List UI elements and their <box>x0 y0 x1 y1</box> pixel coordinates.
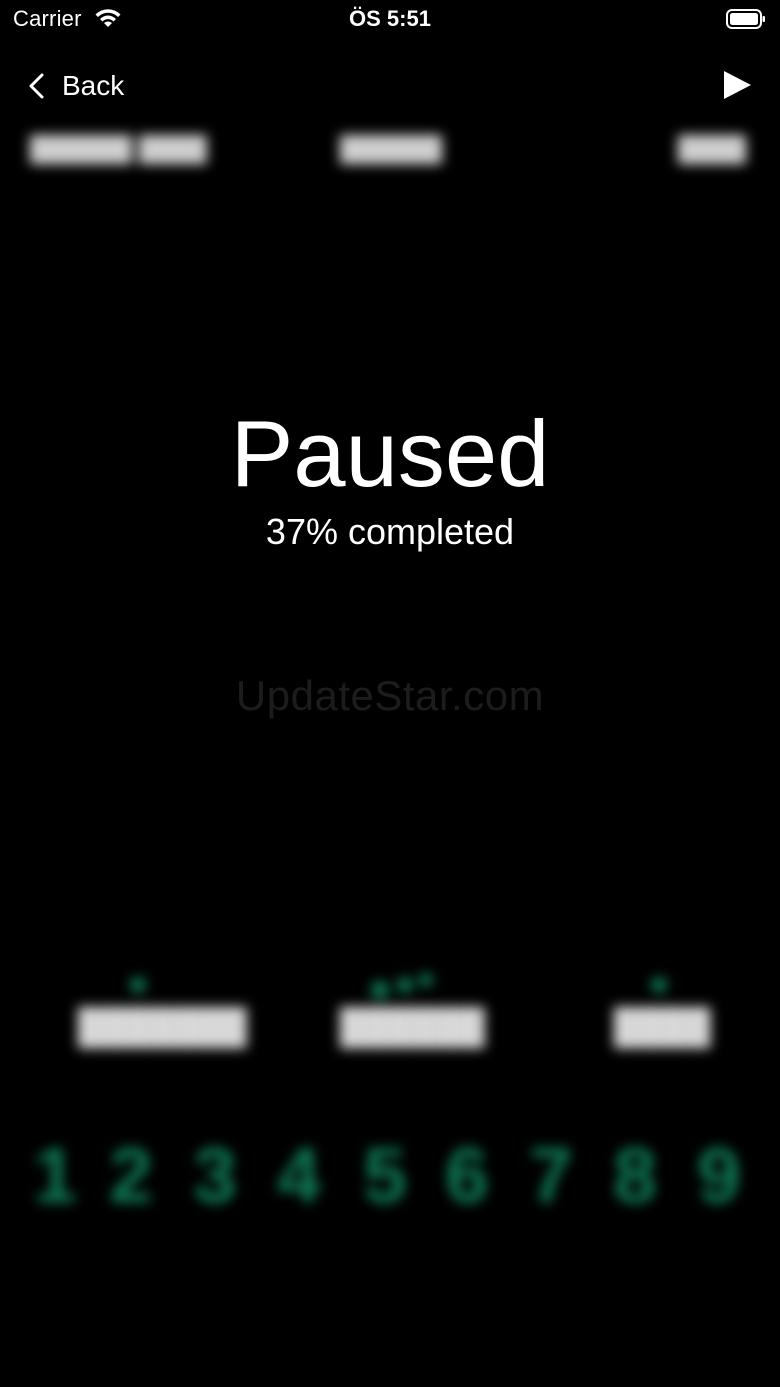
battery-full-icon <box>726 9 765 29</box>
blurred-action-label-1: ███████ <box>78 1008 247 1046</box>
chevron-left-icon <box>29 73 44 99</box>
blurred-info-bar: ██████ ████ ██████ ████ <box>0 130 780 170</box>
digit-2: 2 <box>109 1131 153 1219</box>
play-icon[interactable] <box>722 70 752 100</box>
digit-9: 9 <box>697 1131 741 1219</box>
digit-4: 4 <box>277 1131 321 1219</box>
blurred-action-3: ████ <box>614 970 710 1047</box>
blurred-number-pad: 1 2 3 4 5 6 7 8 9 <box>0 1130 780 1230</box>
paused-title: Paused <box>230 401 550 506</box>
progress-text: 37% completed <box>265 511 515 552</box>
blurred-info-right: ████ <box>677 136 746 163</box>
digit-3: 3 <box>193 1131 237 1219</box>
blurred-action-label-2: ██████ <box>340 1008 485 1046</box>
status-bar: Carrier ÖS 5:51 <box>0 0 780 40</box>
back-button[interactable]: Back <box>26 66 124 106</box>
back-label: Back <box>62 70 125 101</box>
blurred-action-label-3: ████ <box>614 1008 711 1046</box>
clock: ÖS 5:51 <box>349 6 431 31</box>
blurred-action-icon-2 <box>371 973 433 999</box>
blurred-info-left: ██████ ████ <box>30 136 207 163</box>
watermark: UpdateStar.com <box>235 672 545 719</box>
blurred-action-icon-3 <box>651 977 667 993</box>
blurred-action-2: ██████ <box>340 970 485 1047</box>
blurred-info-mid: ██████ <box>340 136 443 163</box>
blurred-action-icon-1 <box>130 977 146 993</box>
blurred-action-1: ███████ <box>78 970 247 1047</box>
blurred-action-row: ███████ ██████ ████ <box>0 970 780 1060</box>
digit-1: 1 <box>33 1131 77 1219</box>
digit-6: 6 <box>445 1131 489 1219</box>
digit-8: 8 <box>613 1131 657 1219</box>
digit-7: 7 <box>529 1131 573 1219</box>
digit-5: 5 <box>363 1131 407 1219</box>
